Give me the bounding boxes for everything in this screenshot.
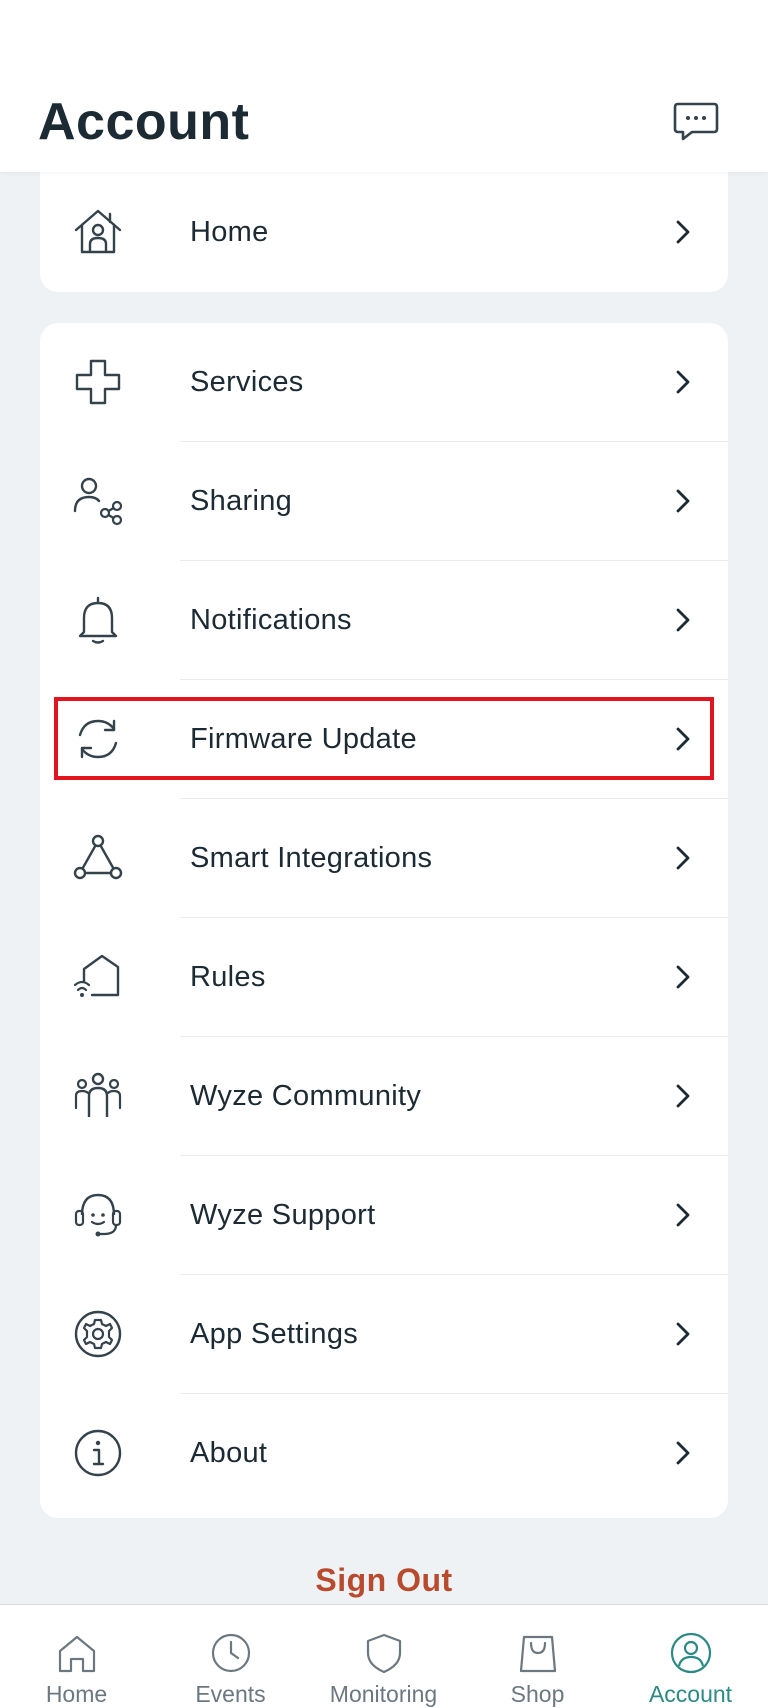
menu-item-label: Sharing: [190, 485, 293, 517]
chevron-right-icon: [676, 965, 690, 989]
menu-item-wyze-community[interactable]: Wyze Community: [40, 1037, 728, 1156]
chevron-right-icon: [676, 370, 690, 394]
menu-item-label: App Settings: [190, 1318, 359, 1350]
chevron-right-icon: [676, 1322, 690, 1346]
plus-cross-icon: [75, 359, 121, 405]
chevron-right-icon: [676, 1441, 690, 1465]
tab-account[interactable]: Account: [614, 1605, 767, 1708]
chevron-right-icon: [676, 846, 690, 870]
firmware-update-highlight: [54, 697, 714, 780]
shield-icon: [366, 1633, 401, 1674]
triangle-nodes-icon: [73, 834, 123, 880]
menu-item-notifications[interactable]: Notifications: [40, 561, 728, 680]
bottom-tab-bar: Home Events Monitoring Shop Account: [0, 1604, 768, 1708]
chevron-right-icon: [676, 1203, 690, 1227]
menu-item-rules[interactable]: Rules: [40, 918, 728, 1037]
home-icon: [58, 1635, 95, 1673]
tab-label: Account: [648, 1681, 733, 1707]
menu-item-home[interactable]: Home: [40, 173, 728, 292]
header: Account: [0, 0, 768, 172]
menu-item-smart-integrations[interactable]: Smart Integrations: [40, 799, 728, 918]
info-icon: [74, 1429, 122, 1477]
menu-item-label: Smart Integrations: [190, 842, 433, 874]
community-icon: [74, 1072, 122, 1117]
tab-label: Shop: [510, 1681, 565, 1707]
menu-item-label: Home: [190, 216, 269, 248]
chat-bubble-icon[interactable]: [672, 100, 720, 142]
menu-item-label: Wyze Support: [190, 1199, 376, 1231]
tab-events[interactable]: Events: [154, 1605, 307, 1708]
menu-item-about[interactable]: About: [40, 1394, 728, 1513]
chevron-right-icon: [676, 1084, 690, 1108]
chevron-right-icon: [676, 489, 690, 513]
user-share-icon: [73, 477, 123, 526]
menu-item-label: About: [190, 1437, 268, 1469]
page-title: Account: [38, 93, 250, 151]
menu-item-sharing[interactable]: Sharing: [40, 442, 728, 561]
menu-item-label: Notifications: [190, 604, 352, 636]
clock-icon: [211, 1633, 250, 1673]
settings-menu-card: Services Sharing Notifications Firmware …: [40, 323, 728, 1518]
tab-shop[interactable]: Shop: [461, 1605, 614, 1708]
tab-label: Home: [45, 1681, 108, 1707]
house-wifi-icon: [73, 954, 120, 997]
chevron-right-icon: [676, 608, 690, 632]
menu-item-label: Rules: [190, 961, 266, 993]
tab-label: Monitoring: [329, 1681, 438, 1707]
tab-home[interactable]: Home: [0, 1605, 153, 1708]
menu-item-services[interactable]: Services: [40, 323, 728, 442]
home-person-icon: [74, 209, 122, 254]
menu-item-app-settings[interactable]: App Settings: [40, 1275, 728, 1394]
menu-item-label: Services: [190, 366, 304, 398]
account-icon: [670, 1632, 711, 1674]
gear-icon: [74, 1310, 122, 1358]
bell-icon: [78, 596, 118, 644]
tab-label: Events: [195, 1681, 266, 1707]
home-card: Home: [40, 160, 728, 292]
chevron-right-icon: [676, 220, 690, 244]
sign-out-button[interactable]: Sign Out: [0, 1562, 768, 1599]
tab-monitoring[interactable]: Monitoring: [307, 1605, 460, 1708]
menu-item-wyze-support[interactable]: Wyze Support: [40, 1156, 728, 1275]
shopping-bag-icon: [519, 1635, 556, 1673]
headset-icon: [74, 1193, 122, 1237]
menu-item-label: Wyze Community: [190, 1080, 422, 1112]
